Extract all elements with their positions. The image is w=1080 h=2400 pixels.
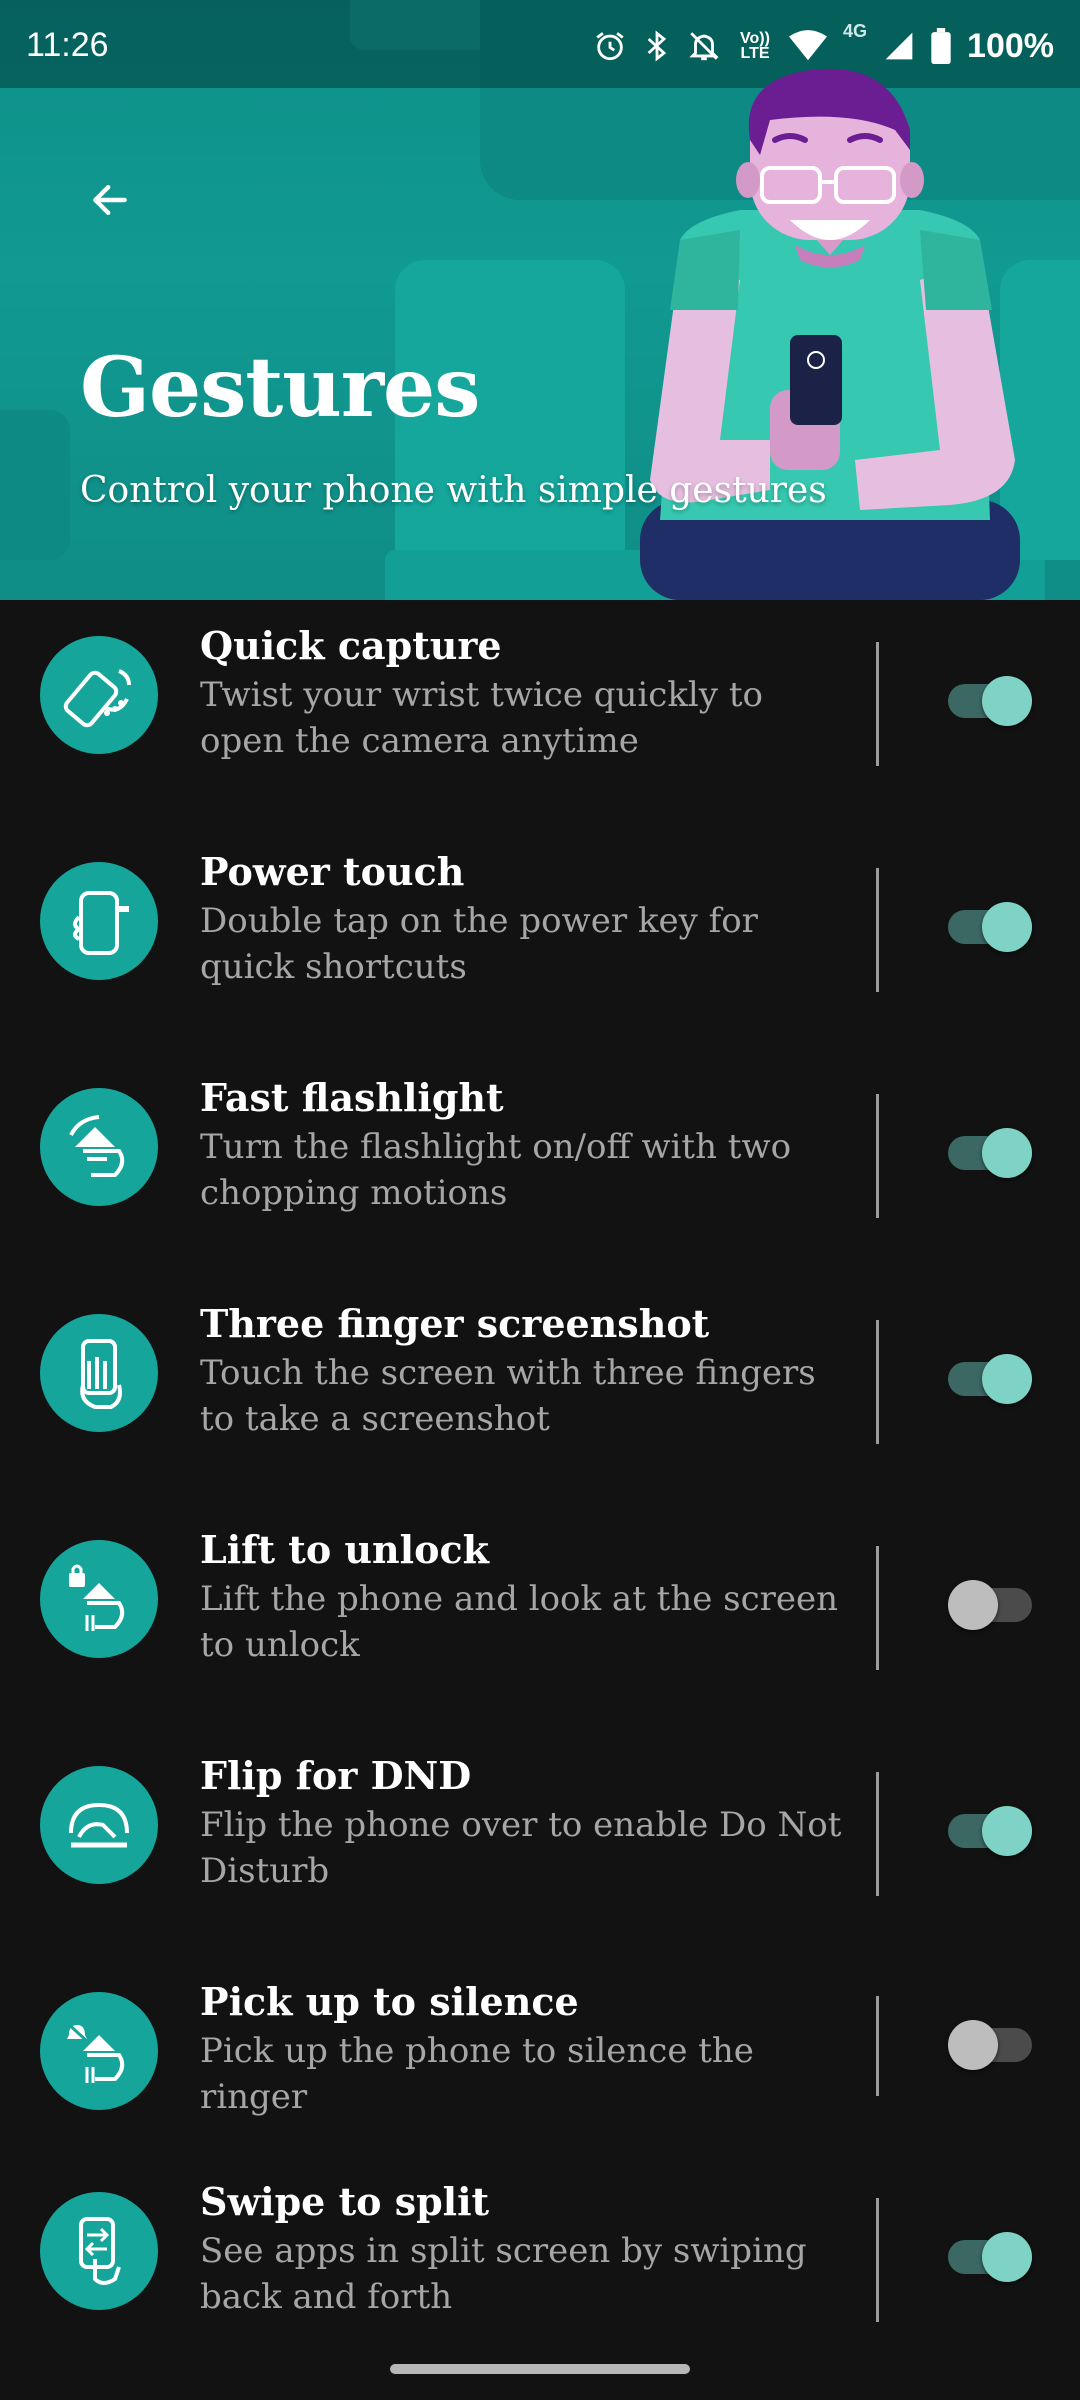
gesture-title: Fast flashlight — [200, 1075, 504, 1120]
fast-flashlight-toggle[interactable] — [948, 1124, 1032, 1178]
quick-capture-icon — [40, 636, 158, 754]
pick-up-to-silence-toggle[interactable] — [948, 2016, 1032, 2070]
fast-flashlight-icon — [40, 1088, 158, 1206]
gesture-title: Flip for DND — [200, 1753, 472, 1798]
page-title: Gestures — [80, 340, 480, 436]
volte-indicator: Vo)) LTE — [740, 30, 770, 62]
gesture-title: Power touch — [200, 849, 465, 894]
gesture-item-lift-to-unlock[interactable]: Lift to unlock Lift the phone and look a… — [0, 1504, 1080, 1704]
page-subtitle: Control your phone with simple gestures — [80, 470, 827, 511]
bluetooth-icon — [647, 30, 667, 62]
status-icons: Vo)) LTE 4G 100% — [593, 21, 1054, 68]
swipe-to-split-toggle[interactable] — [948, 2228, 1032, 2282]
alarm-icon — [596, 32, 624, 61]
gesture-description: Double tap on the power key for quick sh… — [200, 901, 758, 987]
divider — [876, 2198, 879, 2322]
gesture-description: Twist your wrist twice quickly to open t… — [200, 675, 763, 761]
gesture-item-flip-for-dnd[interactable]: Flip for DND Flip the phone over to enab… — [0, 1730, 1080, 1930]
gesture-description: Pick up the phone to silence the ringer — [200, 2031, 754, 2117]
gesture-description: Touch the screen with three fingers to t… — [200, 1353, 816, 1439]
quick-capture-toggle[interactable] — [948, 672, 1032, 726]
gesture-title: Swipe to split — [200, 2179, 490, 2224]
arrow-back-icon — [93, 184, 127, 216]
divider — [876, 1772, 879, 1896]
battery-percentage: 100% — [967, 26, 1054, 65]
flip-for-dnd-toggle[interactable] — [948, 1802, 1032, 1856]
header-banner: 11:26 Vo)) LTE 4G 100% Gestures Control … — [0, 0, 1080, 600]
power-touch-icon — [40, 862, 158, 980]
wifi-icon — [789, 30, 828, 61]
gesture-item-quick-capture[interactable]: Quick capture Twist your wrist twice qui… — [0, 600, 1080, 800]
divider — [876, 1996, 879, 2096]
gesture-item-swipe-to-split[interactable]: Swipe to split See apps in split screen … — [0, 2156, 1080, 2356]
divider — [876, 642, 879, 766]
divider — [876, 868, 879, 992]
pick-up-to-silence-icon — [40, 1992, 158, 2110]
swipe-to-split-icon — [40, 2192, 158, 2310]
gesture-title: Pick up to silence — [200, 1979, 579, 2024]
divider — [876, 1546, 879, 1670]
network-type-label: 4G — [843, 21, 868, 41]
gesture-title: Three finger screenshot — [200, 1301, 710, 1346]
gesture-title: Quick capture — [200, 623, 502, 668]
gesture-navigation-handle[interactable] — [390, 2364, 690, 2374]
gesture-description: Flip the phone over to enable Do Not Dis… — [200, 1805, 842, 1891]
decor-shape — [0, 410, 70, 560]
three-finger-screenshot-toggle[interactable] — [948, 1350, 1032, 1404]
power-touch-toggle[interactable] — [948, 898, 1032, 952]
divider — [876, 1320, 879, 1444]
gesture-item-power-touch[interactable]: Power touch Double tap on the power key … — [0, 826, 1080, 1026]
header-illustration — [640, 68, 1020, 600]
status-time: 11:26 — [26, 26, 109, 64]
notifications-off-icon — [689, 32, 719, 61]
three-finger-screenshot-icon — [40, 1314, 158, 1432]
gesture-description: Lift the phone and look at the screen to… — [200, 1579, 839, 1665]
gesture-item-three-finger-screenshot[interactable]: Three finger screenshot Touch the screen… — [0, 1278, 1080, 1478]
gesture-description: See apps in split screen by swiping back… — [200, 2231, 807, 2317]
gesture-description: Turn the flashlight on/off with two chop… — [200, 1127, 792, 1213]
gesture-title: Lift to unlock — [200, 1527, 489, 1572]
gesture-item-pick-up-to-silence[interactable]: Pick up to silence Pick up the phone to … — [0, 1956, 1080, 2156]
cell-signal-icon — [885, 32, 913, 60]
back-button[interactable] — [70, 160, 150, 240]
lift-to-unlock-icon — [40, 1540, 158, 1658]
lift-to-unlock-toggle[interactable] — [948, 1576, 1032, 1630]
divider — [876, 1094, 879, 1218]
gesture-item-fast-flashlight[interactable]: Fast flashlight Turn the flashlight on/o… — [0, 1052, 1080, 1252]
battery-icon — [931, 28, 951, 64]
flip-for-dnd-icon — [40, 1766, 158, 1884]
